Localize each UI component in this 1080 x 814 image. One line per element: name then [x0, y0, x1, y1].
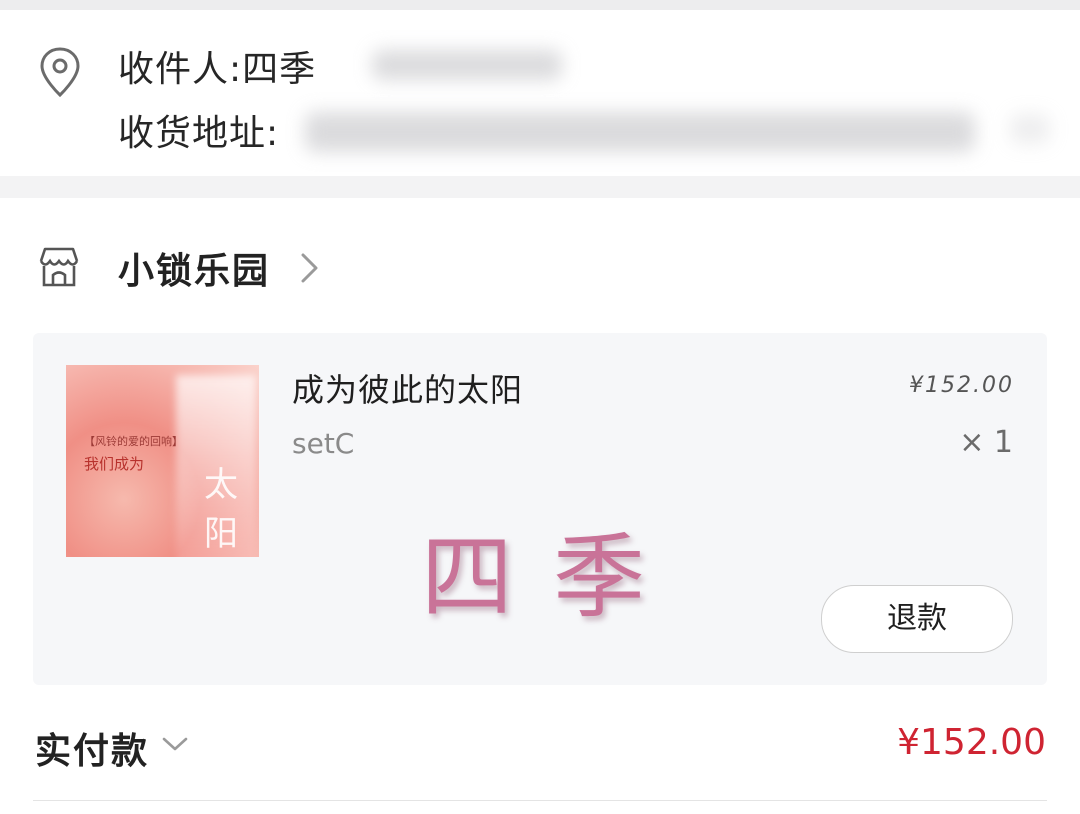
top-strip [0, 0, 1080, 10]
product-image[interactable]: 【风铃的爱的回响】 我们成为 太阳 [66, 365, 259, 557]
shop-name[interactable]: 小锁乐园 [118, 242, 270, 294]
image-caption-small: 【风铃的爱的回响】 [84, 435, 183, 448]
payment-amount: ¥152.00 [897, 722, 1046, 763]
recipient-line: 收件人:四季 [118, 40, 316, 92]
product-quantity: × 1 [959, 425, 1013, 460]
store-icon [39, 247, 79, 287]
divider [33, 800, 1047, 801]
address-line: 收货地址: [118, 104, 279, 156]
redacted-phone [372, 50, 562, 80]
product-title[interactable]: 成为彼此的太阳 [292, 365, 523, 411]
recipient-label: 收件人: [118, 49, 243, 90]
redacted-address [305, 112, 975, 152]
image-caption-large: 太阳 [204, 465, 238, 554]
payment-row[interactable]: 实付款 ¥152.00 [0, 718, 1080, 778]
address-chevron-icon[interactable] [1010, 114, 1050, 144]
chevron-right-icon[interactable] [296, 250, 322, 286]
chevron-down-icon[interactable] [160, 732, 190, 756]
watermark-text: 四季 [421, 524, 686, 631]
address-label: 收货地址: [118, 113, 280, 154]
product-price: ¥152.00 [909, 373, 1014, 398]
shop-row[interactable]: 小锁乐园 [0, 236, 1080, 296]
location-pin-icon [40, 47, 80, 98]
refund-button[interactable]: 退款 [821, 585, 1013, 653]
payment-label[interactable]: 实付款 [35, 722, 149, 774]
product-variant: setC [292, 427, 355, 460]
image-caption-main: 我们成为 [84, 455, 145, 473]
address-card[interactable]: 收件人:四季 收货地址: [0, 10, 1080, 176]
product-item[interactable]: 【风铃的爱的回响】 我们成为 太阳 成为彼此的太阳 setC ¥152.00 ×… [33, 333, 1047, 685]
recipient-name: 四季 [242, 49, 317, 90]
section-gap [0, 176, 1080, 198]
order-card: 小锁乐园 【风铃的爱的回响】 我们成为 太阳 成为彼此的太阳 setC ¥152… [0, 198, 1080, 814]
